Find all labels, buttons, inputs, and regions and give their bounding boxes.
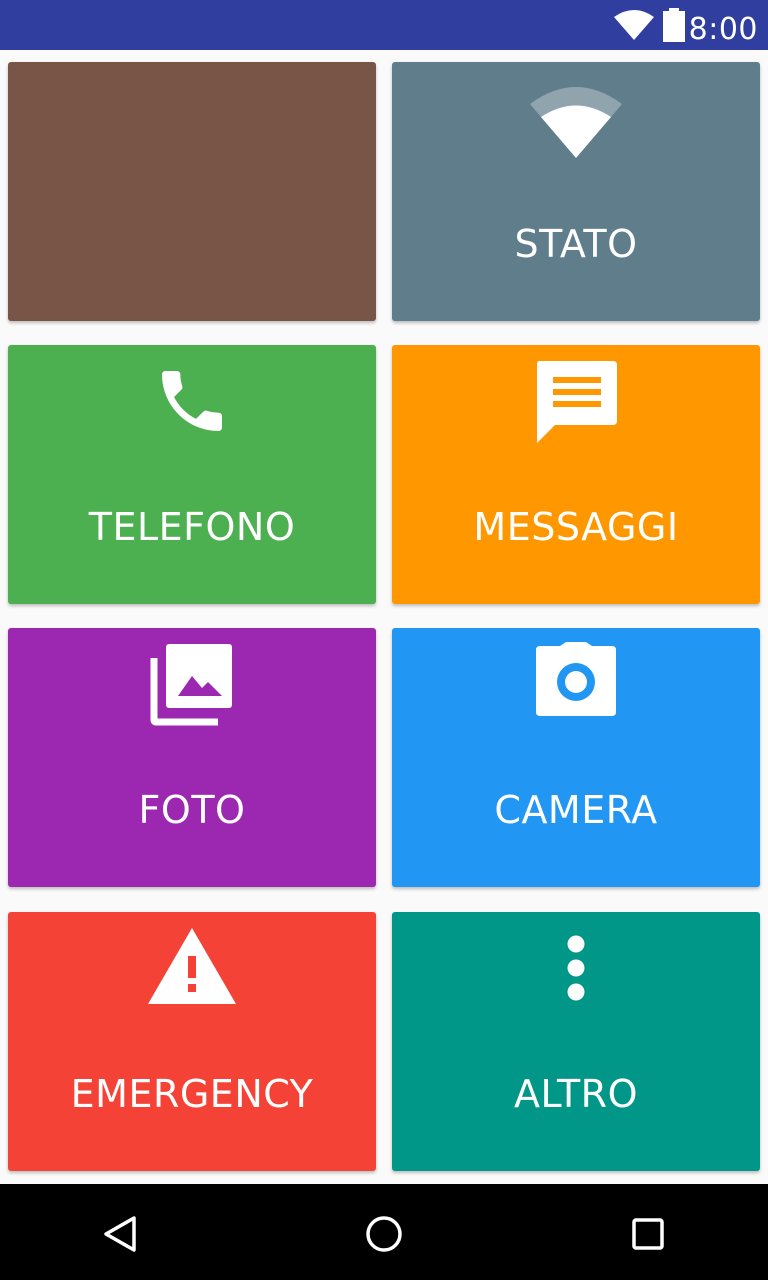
navigation-bar xyxy=(0,1184,768,1280)
tile-emergency[interactable]: EMERGENCY xyxy=(8,912,376,1171)
wifi-icon xyxy=(392,62,760,178)
tile-messaggi-label: MESSAGGI xyxy=(473,505,679,549)
camera-icon xyxy=(392,628,760,718)
tile-blank[interactable] xyxy=(8,62,376,321)
home-icon[interactable] xyxy=(362,1212,406,1256)
tile-altro-label: ALTRO xyxy=(514,1072,638,1116)
warning-icon xyxy=(8,912,376,1006)
tile-camera[interactable]: CAMERA xyxy=(392,628,760,887)
photo-library-icon xyxy=(8,628,376,726)
recents-icon[interactable] xyxy=(626,1212,670,1256)
tile-foto[interactable]: FOTO xyxy=(8,628,376,887)
tile-messaggi[interactable]: MESSAGGI xyxy=(392,345,760,604)
battery-icon xyxy=(663,8,685,42)
more-vert-icon xyxy=(392,912,760,1004)
tile-telefono[interactable]: TELEFONO xyxy=(8,345,376,604)
status-bar: 8:00 xyxy=(0,0,768,50)
tile-altro[interactable]: ALTRO xyxy=(392,912,760,1171)
phone-icon xyxy=(8,345,376,441)
back-icon[interactable] xyxy=(98,1212,142,1256)
tile-foto-label: FOTO xyxy=(138,788,246,832)
tile-emergency-label: EMERGENCY xyxy=(70,1072,314,1116)
tile-telefono-label: TELEFONO xyxy=(88,505,296,549)
wifi-icon xyxy=(614,10,654,40)
tile-stato-label: STATO xyxy=(514,222,638,266)
tile-stato[interactable]: STATO xyxy=(392,62,760,321)
app-grid: STATO TELEFONO MESSAGGI FOTO CAMERA EMER… xyxy=(0,50,768,1184)
status-time: 8:00 xyxy=(688,12,758,47)
tile-camera-label: CAMERA xyxy=(494,788,658,832)
message-icon xyxy=(392,345,760,443)
